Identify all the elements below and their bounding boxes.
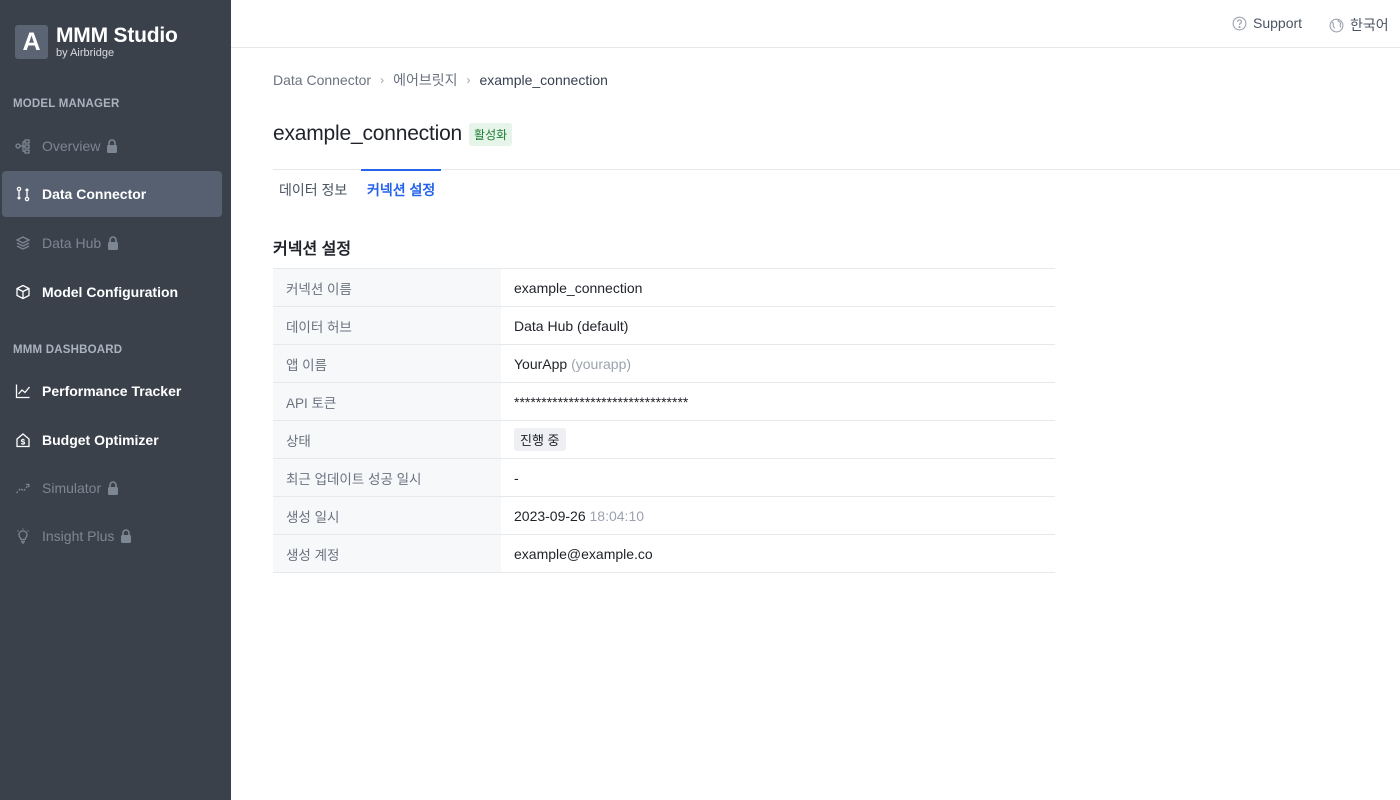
status-badge: 활성화 <box>469 122 513 146</box>
chevron-right-icon: › <box>380 73 385 87</box>
page-header: example_connection 활성화 <box>273 122 513 146</box>
table-row: 생성 일시 2023-09-26 18:04:10 <box>273 496 1055 535</box>
row-value: example_connection <box>501 268 1055 307</box>
table-row: 앱 이름 YourApp (yourapp) <box>273 344 1055 383</box>
sidebar-item-model-configuration[interactable]: Model Configuration <box>2 269 222 315</box>
tab-connection-settings[interactable]: 커넥션 설정 <box>361 169 442 209</box>
tab-bar: 데이터 정보 커넥션 설정 <box>273 169 1400 209</box>
support-link[interactable]: Support <box>1232 15 1302 31</box>
row-value: example@example.co <box>501 534 1055 573</box>
layers-icon <box>15 235 31 251</box>
sidebar-item-performance-tracker[interactable]: Performance Tracker <box>2 368 222 414</box>
top-bar: Support 한국어 <box>231 0 1400 48</box>
section-title-model-manager: MODEL MANAGER <box>13 98 120 110</box>
row-key: 커넥션 이름 <box>273 268 501 307</box>
lock-icon <box>107 236 119 250</box>
row-value: Data Hub (default) <box>501 306 1055 345</box>
lightbulb-icon <box>15 528 31 544</box>
language-label: 한국어 <box>1350 17 1389 33</box>
app-name: YourApp <box>514 355 568 372</box>
sidebar-item-label: Insight Plus <box>42 528 115 544</box>
lock-icon <box>106 139 118 153</box>
sidebar-item-label: Model Configuration <box>42 284 179 300</box>
section-title-mmm-dashboard: MMM DASHBOARD <box>13 344 123 356</box>
row-key: 생성 계정 <box>273 534 501 573</box>
table-row: 커넥션 이름 example_connection <box>273 268 1055 307</box>
row-value-cell: YourApp (yourapp) <box>501 344 1055 383</box>
row-key: 데이터 허브 <box>273 306 501 345</box>
state-badge: 진행 중 <box>514 428 566 451</box>
page-title: example_connection <box>273 122 463 145</box>
chevron-right-icon: › <box>466 73 471 87</box>
row-value-cell: 2023-09-26 18:04:10 <box>501 496 1055 535</box>
sidebar-item-label: Data Hub <box>42 235 102 251</box>
sidebar-item-insight-plus[interactable]: Insight Plus <box>2 513 222 559</box>
sidebar-item-overview[interactable]: Overview <box>2 123 222 169</box>
table-row: 생성 계정 example@example.co <box>273 534 1055 573</box>
sidebar-item-simulator[interactable]: Simulator <box>2 465 222 511</box>
app-id: (yourapp) <box>571 355 632 372</box>
app-logo[interactable]: A MMM Studio by Airbridge <box>15 25 178 59</box>
sidebar-item-data-hub[interactable]: Data Hub <box>2 220 222 266</box>
cube-icon <box>15 284 31 300</box>
breadcrumb: Data Connector › 에어브릿지 › example_connect… <box>273 70 608 90</box>
hierarchy-icon <box>15 138 31 154</box>
table-row: 데이터 허브 Data Hub (default) <box>273 306 1055 345</box>
breadcrumb-item-data-connector[interactable]: Data Connector <box>273 72 371 88</box>
globe-icon <box>1329 18 1344 32</box>
row-key: API 토큰 <box>273 382 501 421</box>
lock-icon <box>120 529 132 543</box>
house-dollar-icon <box>15 432 31 448</box>
language-selector[interactable]: 한국어 <box>1329 15 1389 35</box>
row-value: - <box>501 458 1055 497</box>
sidebar-item-label: Data Connector <box>42 186 147 202</box>
row-key: 앱 이름 <box>273 344 501 383</box>
line-chart-icon <box>15 383 31 399</box>
connection-info-table: 커넥션 이름 example_connection 데이터 허브 Data Hu… <box>273 268 1055 573</box>
breadcrumb-item-current: example_connection <box>479 72 608 88</box>
sidebar-item-label: Overview <box>42 138 101 154</box>
sidebar-item-budget-optimizer[interactable]: Budget Optimizer <box>2 417 222 463</box>
row-key: 생성 일시 <box>273 496 501 535</box>
created-time: 18:04:10 <box>589 507 645 524</box>
sidebar-item-label: Simulator <box>42 480 102 496</box>
table-row: 상태 진행 중 <box>273 420 1055 459</box>
help-circle-icon <box>1232 16 1247 30</box>
lock-icon <box>107 481 119 495</box>
api-token-value: ******************************** <box>501 382 1055 421</box>
table-row: API 토큰 ******************************** <box>273 382 1055 421</box>
row-key: 상태 <box>273 420 501 459</box>
sidebar-item-label: Performance Tracker <box>42 383 182 399</box>
logo-mark: A <box>15 25 48 59</box>
breadcrumb-item-airbridge[interactable]: 에어브릿지 <box>393 70 457 90</box>
section-heading: 커넥션 설정 <box>273 241 352 258</box>
sidebar-item-label: Budget Optimizer <box>42 432 159 448</box>
trend-icon <box>15 480 31 496</box>
sidebar: A MMM Studio by Airbridge MODEL MANAGER … <box>0 0 231 800</box>
app-title: MMM Studio <box>56 24 178 47</box>
support-label: Support <box>1253 15 1303 31</box>
app-subtitle: by Airbridge <box>56 47 115 59</box>
row-value-cell: 진행 중 <box>501 420 1055 459</box>
table-row: 최근 업데이트 성공 일시 - <box>273 458 1055 497</box>
row-key: 최근 업데이트 성공 일시 <box>273 458 501 497</box>
connector-icon <box>15 186 31 202</box>
tab-data-info[interactable]: 데이터 정보 <box>273 170 353 210</box>
created-date: 2023-09-26 <box>514 507 586 524</box>
sidebar-item-data-connector[interactable]: Data Connector <box>2 171 222 217</box>
